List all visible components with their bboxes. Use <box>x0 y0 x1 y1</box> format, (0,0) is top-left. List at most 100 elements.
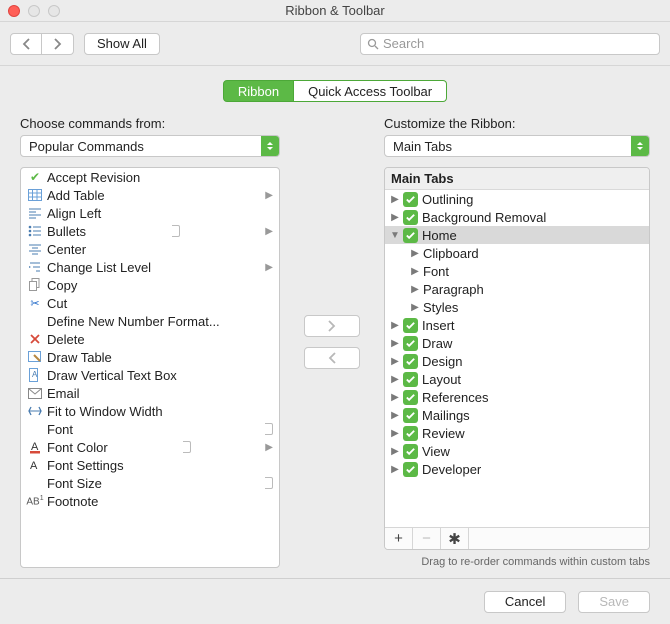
add-tab-button[interactable]: + <box>385 528 413 549</box>
disclosure-right-icon[interactable]: ▶ <box>409 266 421 277</box>
tab-node-label: View <box>422 444 450 459</box>
command-item[interactable]: Align Left <box>21 204 279 222</box>
tab-node[interactable]: ▶Developer <box>385 460 649 478</box>
checkbox-icon[interactable] <box>403 444 418 459</box>
tab-node[interactable]: ▶Background Removal <box>385 208 649 226</box>
close-icon[interactable] <box>8 5 20 17</box>
checkbox-icon[interactable] <box>403 318 418 333</box>
back-button[interactable] <box>10 33 42 55</box>
forward-button[interactable] <box>42 33 74 55</box>
tab-node[interactable]: ▶Review <box>385 424 649 442</box>
checkbox-icon[interactable] <box>403 408 418 423</box>
maximize-icon[interactable] <box>48 5 60 17</box>
cancel-button[interactable]: Cancel <box>484 591 566 613</box>
commands-dropdown[interactable]: Popular Commands <box>20 135 280 157</box>
command-item[interactable]: Change List Level▶ <box>21 258 279 276</box>
command-item[interactable]: Add Table▶ <box>21 186 279 204</box>
command-item[interactable]: Bullets▶ <box>21 222 279 240</box>
command-item[interactable]: ✔Accept Revision <box>21 168 279 186</box>
disclosure-right-icon[interactable]: ▶ <box>389 446 401 457</box>
command-item[interactable]: Email <box>21 384 279 402</box>
group-node[interactable]: ▶Clipboard <box>385 244 649 262</box>
tab-quick-access-toolbar[interactable]: Quick Access Toolbar <box>294 80 447 102</box>
command-item[interactable]: Define New Number Format... <box>21 312 279 330</box>
disclosure-right-icon[interactable]: ▶ <box>389 212 401 223</box>
disclosure-right-icon[interactable]: ▶ <box>389 374 401 385</box>
command-item[interactable]: ADraw Vertical Text Box <box>21 366 279 384</box>
accept-icon: ✔ <box>27 169 43 185</box>
save-button[interactable]: Save <box>578 591 650 613</box>
command-item[interactable]: Draw Table <box>21 348 279 366</box>
checkbox-icon[interactable] <box>403 354 418 369</box>
split-indicator-icon <box>265 423 273 435</box>
search-input[interactable]: Search <box>360 33 660 55</box>
remove-tab-button[interactable]: − <box>413 528 441 549</box>
command-item[interactable]: AFont Settings <box>21 456 279 474</box>
tab-node[interactable]: ▶ Layout <box>385 370 649 388</box>
disclosure-right-icon[interactable]: ▶ <box>389 464 401 475</box>
footer: Cancel Save <box>0 578 670 624</box>
checkbox-icon[interactable] <box>403 210 418 225</box>
tab-node[interactable]: ▶Outlining <box>385 190 649 208</box>
disclosure-right-icon[interactable]: ▶ <box>389 320 401 331</box>
show-all-button[interactable]: Show All <box>84 33 160 55</box>
disclosure-right-icon[interactable]: ▶ <box>409 248 421 259</box>
command-item-label: Draw Table <box>47 350 112 365</box>
footnote-icon: AB1 <box>27 493 43 509</box>
tab-node[interactable]: ▶Draw <box>385 334 649 352</box>
dropdown-stepper-icon <box>261 136 279 156</box>
settings-gear-button[interactable]: ✱ <box>441 528 469 549</box>
command-item[interactable]: Font Size <box>21 474 279 492</box>
add-to-ribbon-button[interactable] <box>304 315 360 337</box>
minimize-icon[interactable] <box>28 5 40 17</box>
command-item[interactable]: AFont Color▶ <box>21 438 279 456</box>
tab-node[interactable]: ▶ Design <box>385 352 649 370</box>
toolbar: Show All Search <box>0 22 670 66</box>
checkbox-icon[interactable] <box>403 390 418 405</box>
checkbox-icon[interactable] <box>403 372 418 387</box>
command-item[interactable]: Delete <box>21 330 279 348</box>
alignleft-icon <box>27 205 43 221</box>
email-icon <box>27 385 43 401</box>
tab-node[interactable]: ▶References <box>385 388 649 406</box>
command-item-label: Footnote <box>47 494 98 509</box>
commands-listbox[interactable]: ✔Accept RevisionAdd Table▶Align LeftBull… <box>20 167 280 568</box>
disclosure-down-icon[interactable]: ▼ <box>389 230 401 241</box>
checkbox-icon[interactable] <box>403 336 418 351</box>
tab-node[interactable]: ▼Home <box>385 226 649 244</box>
disclosure-right-icon[interactable]: ▶ <box>389 194 401 205</box>
disclosure-right-icon[interactable]: ▶ <box>409 284 421 295</box>
window-title: Ribbon & Toolbar <box>0 3 670 18</box>
ribbon-dropdown[interactable]: Main Tabs <box>384 135 650 157</box>
ribbon-dropdown-value: Main Tabs <box>393 139 452 154</box>
remove-from-ribbon-button[interactable] <box>304 347 360 369</box>
command-item[interactable]: AB1 Footnote <box>21 492 279 510</box>
group-node[interactable]: ▶Font <box>385 262 649 280</box>
command-item[interactable]: Fit to Window Width <box>21 402 279 420</box>
group-node-label: Clipboard <box>423 246 479 261</box>
none-icon <box>27 421 43 437</box>
tab-node-label: Layout <box>422 372 461 387</box>
checkbox-icon[interactable] <box>403 462 418 477</box>
group-node[interactable]: ▶Paragraph <box>385 280 649 298</box>
command-item[interactable]: Copy <box>21 276 279 294</box>
tab-node[interactable]: ▶ View <box>385 442 649 460</box>
ribbon-tree[interactable]: Main Tabs ▶Outlining▶Background Removal▼… <box>384 167 650 550</box>
disclosure-right-icon[interactable]: ▶ <box>409 302 421 313</box>
command-item[interactable]: Center <box>21 240 279 258</box>
checkbox-icon[interactable] <box>403 192 418 207</box>
disclosure-right-icon[interactable]: ▶ <box>389 428 401 439</box>
tab-node-label: Design <box>422 354 462 369</box>
disclosure-right-icon[interactable]: ▶ <box>389 356 401 367</box>
group-node[interactable]: ▶Styles <box>385 298 649 316</box>
disclosure-right-icon[interactable]: ▶ <box>389 338 401 349</box>
disclosure-right-icon[interactable]: ▶ <box>389 410 401 421</box>
checkbox-icon[interactable] <box>403 228 418 243</box>
tab-node[interactable]: ▶Insert <box>385 316 649 334</box>
disclosure-right-icon[interactable]: ▶ <box>389 392 401 403</box>
command-item[interactable]: ✂Cut <box>21 294 279 312</box>
checkbox-icon[interactable] <box>403 426 418 441</box>
command-item[interactable]: Font <box>21 420 279 438</box>
tab-node[interactable]: ▶Mailings <box>385 406 649 424</box>
tab-ribbon[interactable]: Ribbon <box>223 80 294 102</box>
